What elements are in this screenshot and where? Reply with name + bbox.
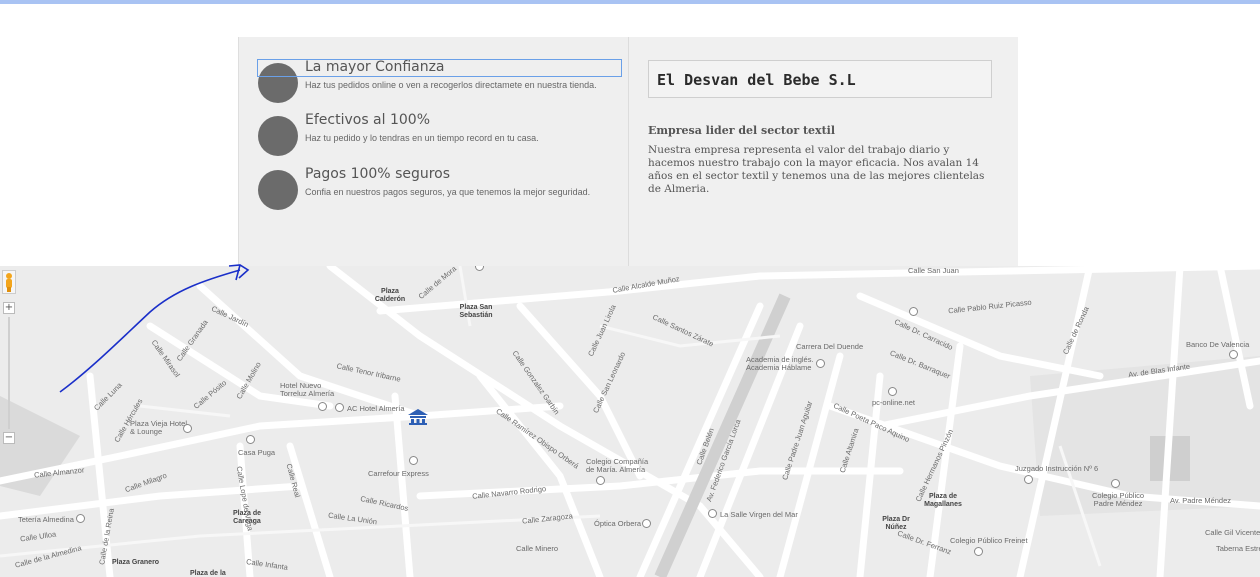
map-label: Juzgado Instrucción Nº 6 bbox=[1015, 464, 1099, 473]
map-label: Colegio Público Freinet bbox=[950, 536, 1028, 545]
map-label: Carrera Del Duende bbox=[796, 342, 864, 351]
street-view-pegman-icon[interactable] bbox=[2, 270, 16, 294]
map-label: Óptica Orbera bbox=[594, 519, 642, 528]
zoom-in-button[interactable]: + bbox=[3, 302, 15, 314]
feature-item: Pagos 100% seguros Confia en nuestros pa… bbox=[258, 166, 630, 214]
feature-description: Confia en nuestros pagos seguros, ya que… bbox=[305, 187, 591, 197]
feature-title: Pagos 100% seguros bbox=[305, 166, 451, 182]
feature-item: La mayor Confianza Haz tus pedidos onlin… bbox=[258, 59, 630, 107]
poi-icon[interactable] bbox=[888, 387, 897, 396]
map-label: AC Hotel Almería bbox=[347, 404, 405, 413]
about-text: Nuestra empresa representa el valor del … bbox=[648, 144, 985, 195]
map-label: Plaza Vieja Hotel & Lounge bbox=[130, 419, 187, 436]
poi-icon[interactable] bbox=[246, 435, 255, 444]
poi-icon[interactable] bbox=[1024, 475, 1033, 484]
map-view[interactable]: + − Calle Alcalde Muñoz Calle San Juan C… bbox=[0, 266, 1260, 577]
zoom-out-button[interactable]: − bbox=[3, 432, 15, 444]
poi-icon[interactable] bbox=[909, 307, 918, 316]
poi-icon[interactable] bbox=[974, 547, 983, 556]
feature-title: Efectivos al 100% bbox=[305, 112, 431, 128]
map-label: Plaza Granero bbox=[112, 559, 160, 566]
poi-icon[interactable] bbox=[183, 424, 192, 433]
map-label: Plaza Dr Núñez bbox=[882, 516, 910, 531]
feature-item: Efectivos al 100% Haz tu pedido y lo ten… bbox=[258, 112, 630, 160]
map-label: Colegio Público Padre Méndez bbox=[1091, 491, 1145, 508]
map-label: Av. Padre Méndez bbox=[1170, 496, 1232, 505]
features-panel: La mayor Confianza Haz tus pedidos onlin… bbox=[238, 37, 628, 267]
map-label: Plaza Calderón bbox=[374, 288, 406, 303]
map-label: Carrefour Express bbox=[368, 469, 429, 478]
map-label: Calle Minero bbox=[516, 544, 559, 553]
company-panel: El Desvan del Bebe S.L Empresa lider del… bbox=[628, 37, 1018, 267]
poi-icon[interactable] bbox=[1111, 479, 1120, 488]
poi-icon[interactable] bbox=[708, 509, 717, 518]
poi-icon[interactable] bbox=[335, 403, 344, 412]
feature-circle-icon bbox=[258, 116, 298, 156]
map-label: Plaza de la bbox=[190, 570, 226, 577]
feature-circle-icon bbox=[258, 170, 298, 210]
map-label: Taberna Estrecho bbox=[1216, 544, 1260, 553]
poi-icon[interactable] bbox=[642, 519, 651, 528]
map-label: Banco De Valencia bbox=[1186, 340, 1250, 349]
map-label: Tetería Almedina bbox=[18, 515, 74, 524]
zoom-slider-track[interactable] bbox=[8, 317, 10, 429]
map-label: Calle San Juan bbox=[908, 266, 959, 275]
feature-title: La mayor Confianza bbox=[305, 59, 445, 75]
feature-description: Haz tu pedido y lo tendras en un tiempo … bbox=[305, 133, 539, 143]
company-name-box: El Desvan del Bebe S.L bbox=[648, 60, 992, 98]
poi-icon[interactable] bbox=[596, 476, 605, 485]
map-label: pc-online.net bbox=[872, 398, 915, 407]
map-label: Calle Gil Vicente bbox=[1205, 528, 1260, 537]
location-marker-icon[interactable] bbox=[407, 408, 429, 426]
poi-icon[interactable] bbox=[1229, 350, 1238, 359]
map-label: Colegio Compañía de María. Almería bbox=[586, 457, 649, 474]
company-name: El Desvan del Bebe S.L bbox=[657, 71, 856, 89]
map-label: Hotel Nuevo Torreluz Almería bbox=[280, 381, 335, 398]
map-label: La Salle Virgen del Mar bbox=[720, 510, 798, 519]
about-title: Empresa lider del sector textil bbox=[648, 124, 836, 137]
map-label: Plaza San Sebastián bbox=[459, 304, 493, 319]
feature-circle-icon bbox=[258, 63, 298, 103]
poi-icon[interactable] bbox=[816, 359, 825, 368]
poi-icon[interactable] bbox=[318, 402, 327, 411]
map-label: Academia de inglés. Academia Háblame bbox=[746, 355, 814, 372]
top-accent-bar bbox=[0, 0, 1260, 4]
poi-icon[interactable] bbox=[409, 456, 418, 465]
map-label: Plaza de Magallanes bbox=[924, 493, 962, 508]
map-label: Casa Puga bbox=[238, 448, 276, 457]
poi-icon[interactable] bbox=[76, 514, 85, 523]
feature-description: Haz tus pedidos online o ven a recogerlo… bbox=[305, 80, 597, 90]
